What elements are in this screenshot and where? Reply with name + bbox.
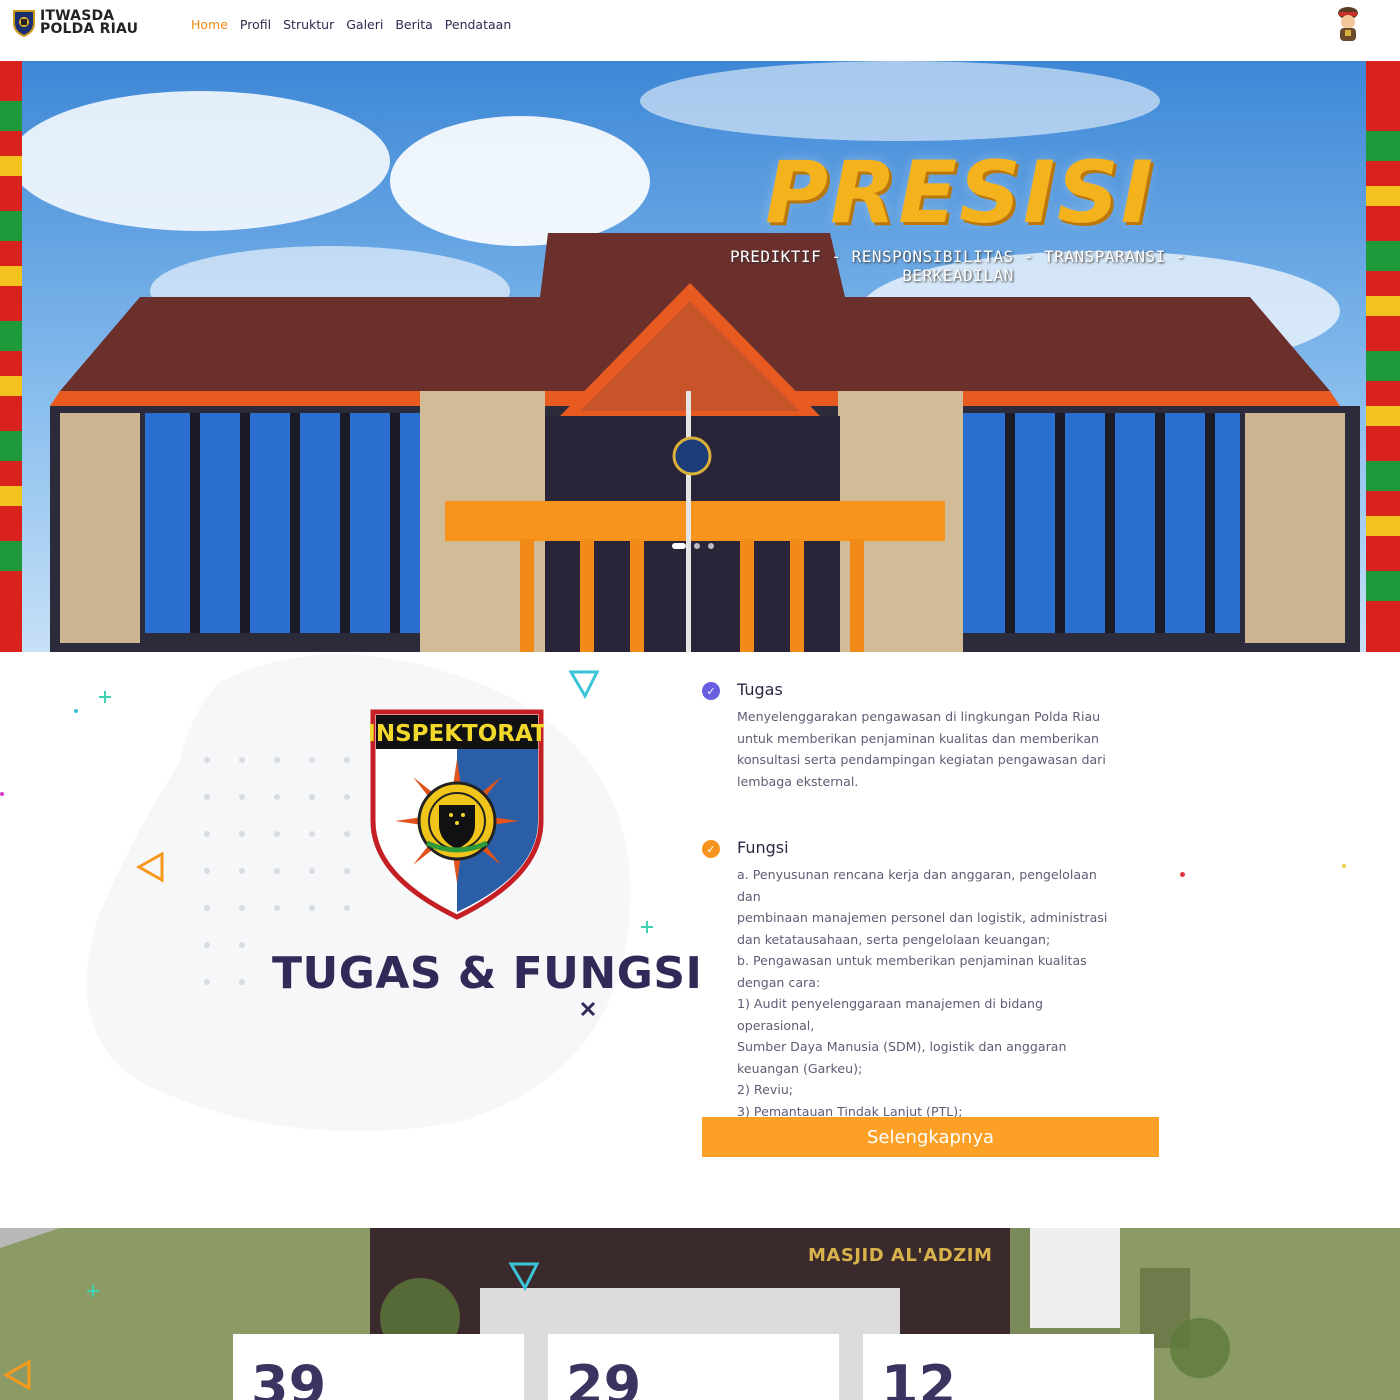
- inspektorat-emblem: INSPEKTORAT: [370, 709, 544, 920]
- dot-decor: [74, 709, 78, 713]
- hero-title: PRESISI: [765, 143, 1155, 243]
- nav-profil[interactable]: Profil: [240, 17, 271, 32]
- stats-section: MASJID AL'ADZIM 39 29 12: [0, 1228, 1400, 1400]
- triangle-decor-icon: [135, 851, 164, 883]
- nav-struktur[interactable]: Struktur: [283, 17, 334, 32]
- slider-dot-3[interactable]: [708, 543, 714, 549]
- brand-logo[interactable]: ITWASDA POLDA RIAU: [12, 9, 138, 37]
- police-badge-icon: [13, 10, 35, 37]
- check-icon: ✓: [702, 682, 720, 700]
- nav-pendataan[interactable]: Pendataan: [445, 17, 511, 32]
- stat-value: 29: [566, 1354, 642, 1400]
- background-blob: [86, 654, 631, 1131]
- dot-decor: [1180, 872, 1185, 877]
- navbar: ITWASDA POLDA RIAU Home Profil Struktur …: [0, 0, 1400, 61]
- tugas-fungsi-heading: TUGAS & FUNGSI: [272, 948, 703, 999]
- tugas-item: ✓ Tugas Menyelenggarakan pengawasan di l…: [702, 680, 1122, 792]
- hero-subtitle: PREDIKTIF - RENSPONSIBILITAS - TRANSPARA…: [730, 247, 1186, 285]
- nav-home[interactable]: Home: [191, 17, 228, 32]
- fungsi-text: a. Penyusunan rencana kerja dan anggaran…: [737, 867, 1108, 1140]
- nav-berita[interactable]: Berita: [395, 17, 432, 32]
- tugas-text: Menyelenggarakan pengawasan di lingkunga…: [737, 709, 1106, 789]
- fungsi-item: ✓ Fungsi a. Penyusunan rencana kerja dan…: [702, 838, 1122, 1144]
- slider-dot-2[interactable]: [694, 543, 700, 549]
- stat-card: 29: [548, 1334, 839, 1400]
- nav-galeri[interactable]: Galeri: [346, 17, 383, 32]
- triangle-decor-icon: [568, 670, 600, 700]
- slider-dots: [672, 543, 714, 549]
- stat-value: 39: [251, 1354, 327, 1400]
- selengkapnya-button[interactable]: Selengkapnya: [702, 1117, 1159, 1157]
- hero-slider[interactable]: PRESISI PREDIKTIF - RENSPONSIBILITAS - T…: [0, 61, 1400, 652]
- x-decor-icon: [580, 1001, 596, 1017]
- emblem-label: INSPEKTORAT: [370, 721, 544, 747]
- police-mascot-icon[interactable]: [1332, 4, 1364, 44]
- brand-line2: POLDA RIAU: [40, 21, 139, 37]
- triangle-decor-icon: [2, 1359, 31, 1391]
- plus-decor-icon: [99, 691, 111, 703]
- slider-dot-1[interactable]: [672, 543, 686, 549]
- stat-value: 12: [881, 1354, 957, 1400]
- tugas-fungsi-section: INSPEKTORAT TUGAS & FUNGSI ✓ Tugas Menye…: [0, 652, 1400, 1228]
- masjid-label: MASJID AL'ADZIM: [808, 1245, 993, 1266]
- tugas-title: Tugas: [737, 680, 783, 699]
- brand-name: ITWASDA POLDA RIAU: [40, 9, 139, 37]
- dot-decor: [0, 792, 4, 796]
- fungsi-title: Fungsi: [737, 838, 789, 857]
- plus-decor-icon: [641, 921, 653, 933]
- check-icon: ✓: [702, 840, 720, 858]
- tugas-fungsi-content: ✓ Tugas Menyelenggarakan pengawasan di l…: [702, 680, 1122, 1144]
- triangle-decor-icon: [508, 1262, 540, 1292]
- plus-decor-icon: [87, 1285, 99, 1297]
- stat-card: 39: [233, 1334, 524, 1400]
- dot-decor: [1342, 864, 1346, 868]
- main-nav: Home Profil Struktur Galeri Berita Penda…: [191, 17, 511, 32]
- stat-card: 12: [863, 1334, 1154, 1400]
